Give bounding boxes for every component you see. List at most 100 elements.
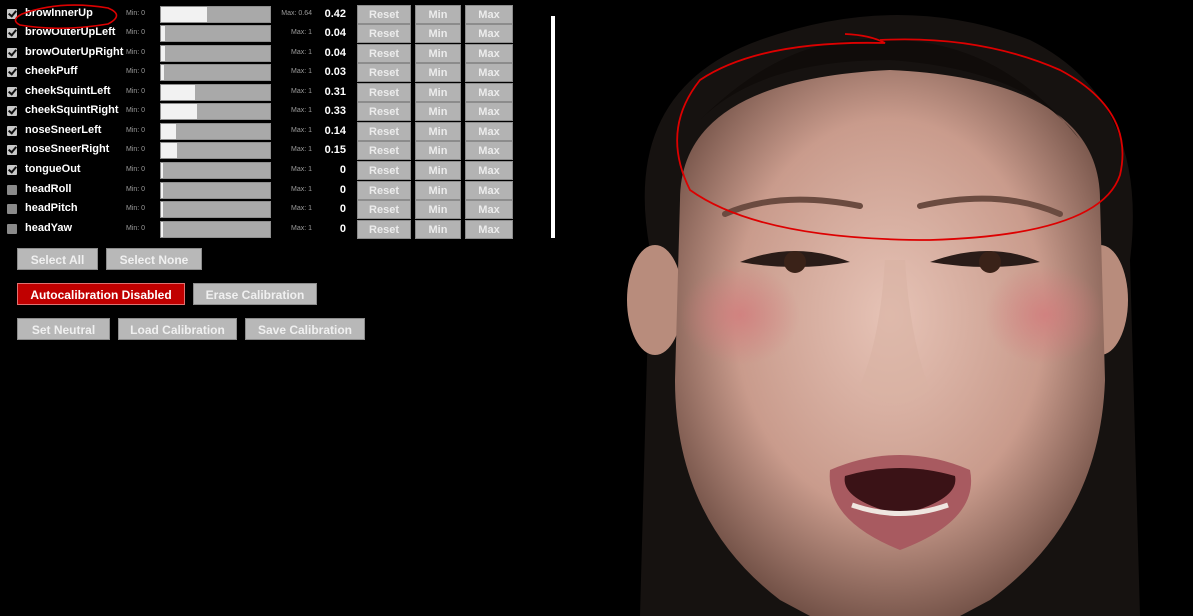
blendshape-value: 0.42 — [324, 8, 346, 20]
load-calibration-button[interactable]: Load Calibration — [118, 318, 237, 340]
max-button[interactable]: Max — [465, 181, 513, 200]
blendshape-name: cheekSquintLeft — [25, 85, 111, 97]
blendshape-checkbox[interactable] — [7, 28, 17, 38]
reset-button[interactable]: Reset — [357, 122, 411, 141]
blendshape-checkbox[interactable] — [7, 126, 17, 136]
max-button[interactable]: Max — [465, 44, 513, 63]
panel-scrollbar[interactable] — [551, 16, 555, 238]
autocalibration-toggle-button[interactable]: Autocalibration Disabled — [17, 283, 185, 305]
max-button[interactable]: Max — [465, 24, 513, 43]
blendshape-row: browOuterUpLeft Min: 0 Max: 1 0.04 Reset Min M… — [0, 24, 520, 43]
reset-button[interactable]: Reset — [357, 141, 411, 160]
max-button[interactable]: Max — [465, 200, 513, 219]
reset-button[interactable]: Reset — [357, 83, 411, 102]
min-button[interactable]: Min — [415, 200, 461, 219]
reset-button[interactable]: Reset — [357, 63, 411, 82]
min-button[interactable]: Min — [415, 161, 461, 180]
blendshape-value: 0.33 — [324, 105, 346, 117]
max-button[interactable]: Max — [465, 102, 513, 121]
min-button[interactable]: Min — [415, 24, 461, 43]
blendshape-slider[interactable] — [160, 103, 271, 120]
min-button[interactable]: Min — [415, 5, 461, 24]
blendshape-value: 0.04 — [324, 47, 346, 59]
reset-button[interactable]: Reset — [357, 200, 411, 219]
blendshape-slider[interactable] — [160, 84, 271, 101]
min-button[interactable]: Min — [415, 63, 461, 82]
min-button[interactable]: Min — [415, 141, 461, 160]
blendshape-slider[interactable] — [160, 123, 271, 140]
min-button[interactable]: Min — [415, 83, 461, 102]
save-calibration-button[interactable]: Save Calibration — [245, 318, 365, 340]
select-all-button[interactable]: Select All — [17, 248, 98, 270]
min-button[interactable]: Min — [415, 181, 461, 200]
blendshape-max-label: Max: 1 — [290, 146, 312, 153]
min-button[interactable]: Min — [415, 102, 461, 121]
blendshape-checkbox[interactable] — [7, 224, 17, 234]
max-button[interactable]: Max — [465, 83, 513, 102]
blendshape-name: browOuterUpRight — [25, 46, 124, 58]
blendshape-name: headYaw — [25, 222, 73, 234]
blendshape-panel: browInnerUp Min: 0 Max: 0.64 0.42 Reset Min Ma… — [0, 0, 560, 616]
blendshape-name: noseSneerLeft — [25, 124, 102, 136]
blendshape-slider[interactable] — [160, 162, 271, 179]
blendshape-checkbox[interactable] — [7, 145, 17, 155]
blendshape-row: cheekPuff Min: 0 Max: 1 0.03 Reset Min Max — [0, 63, 520, 82]
blendshape-value: 0.15 — [324, 144, 346, 156]
reset-button[interactable]: Reset — [357, 181, 411, 200]
blendshape-min-label: Min: 0 — [126, 107, 146, 114]
blendshape-min-label: Min: 0 — [126, 186, 146, 193]
blendshape-checkbox[interactable] — [7, 185, 17, 195]
blendshape-slider[interactable] — [160, 201, 271, 218]
min-button[interactable]: Min — [415, 44, 461, 63]
min-button[interactable]: Min — [415, 122, 461, 141]
blendshape-row: noseSneerRight Min: 0 Max: 1 0.15 Reset Min Ma… — [0, 141, 520, 160]
blendshape-checkbox[interactable] — [7, 9, 17, 19]
blendshape-checkbox[interactable] — [7, 204, 17, 214]
blendshape-slider-fill — [161, 46, 165, 61]
reset-button[interactable]: Reset — [357, 161, 411, 180]
blendshape-slider[interactable] — [160, 142, 271, 159]
character-face-render — [627, 15, 1140, 616]
blendshape-checkbox[interactable] — [7, 48, 17, 58]
blendshape-checkbox[interactable] — [7, 165, 17, 175]
max-button[interactable]: Max — [465, 5, 513, 24]
max-button[interactable]: Max — [465, 141, 513, 160]
blendshape-slider[interactable] — [160, 6, 271, 23]
blendshape-slider[interactable] — [160, 25, 271, 42]
blendshape-max-label: Max: 1 — [290, 29, 312, 36]
blendshape-max-label: Max: 1 — [290, 88, 312, 95]
blendshape-checkbox[interactable] — [7, 67, 17, 77]
max-button[interactable]: Max — [465, 122, 513, 141]
blendshape-slider[interactable] — [160, 221, 271, 238]
blendshape-row: headPitch Min: 0 Max: 1 0 Reset Min Max — [0, 200, 520, 219]
reset-button[interactable]: Reset — [357, 5, 411, 24]
blendshape-min-label: Min: 0 — [126, 146, 146, 153]
blendshape-slider[interactable] — [160, 45, 271, 62]
max-button[interactable]: Max — [465, 220, 513, 239]
blendshape-slider-fill — [161, 65, 164, 80]
reset-button[interactable]: Reset — [357, 220, 411, 239]
max-button[interactable]: Max — [465, 161, 513, 180]
reset-button[interactable]: Reset — [357, 24, 411, 43]
face-preview-viewport — [560, 0, 1193, 616]
reset-button[interactable]: Reset — [357, 44, 411, 63]
blendshape-checkbox[interactable] — [7, 87, 17, 97]
reset-button[interactable]: Reset — [357, 102, 411, 121]
left-ear — [627, 245, 683, 355]
blendshape-checkbox[interactable] — [7, 106, 17, 116]
min-button[interactable]: Min — [415, 220, 461, 239]
blendshape-slider-fill — [161, 163, 163, 178]
blendshape-slider-fill — [161, 202, 163, 217]
blendshape-value: 0.03 — [324, 66, 346, 78]
blendshape-row: noseSneerLeft Min: 0 Max: 1 0.14 Reset Min Max — [0, 122, 520, 141]
blendshape-row: browOuterUpRight Min: 0 Max: 1 0.04 Reset Min… — [0, 44, 520, 63]
blendshape-value: 0 — [339, 203, 346, 215]
max-button[interactable]: Max — [465, 63, 513, 82]
set-neutral-button[interactable]: Set Neutral — [17, 318, 110, 340]
select-none-button[interactable]: Select None — [106, 248, 202, 270]
erase-calibration-button[interactable]: Erase Calibration — [193, 283, 317, 305]
blendshape-name: cheekSquintRight — [25, 104, 119, 116]
blendshape-max-label: Max: 1 — [290, 225, 312, 232]
blendshape-slider[interactable] — [160, 182, 271, 199]
blendshape-slider[interactable] — [160, 64, 271, 81]
